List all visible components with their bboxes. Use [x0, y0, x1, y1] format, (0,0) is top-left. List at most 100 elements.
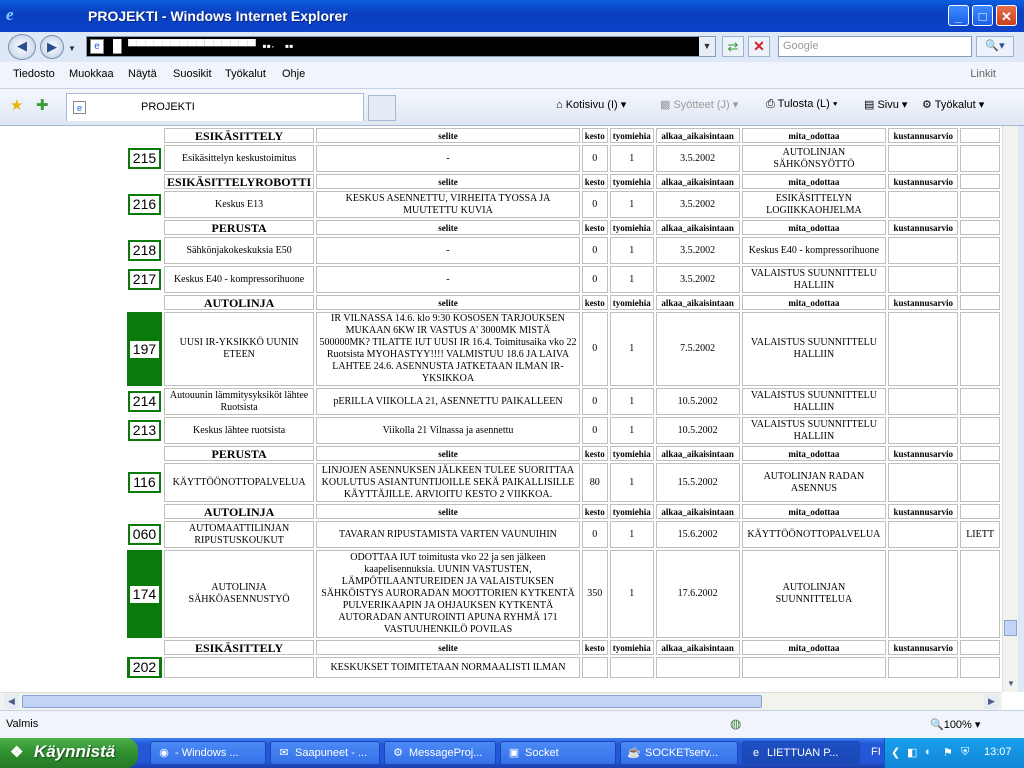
- task-id-cell[interactable]: 202: [127, 657, 162, 678]
- task-id-cell[interactable]: 174: [127, 550, 162, 638]
- task-tyomiehia: 1: [609, 237, 654, 264]
- taskbar-item-messageproj[interactable]: ⚙ MessageProj...: [384, 741, 496, 765]
- task-id[interactable]: 116: [128, 472, 161, 493]
- menu-bar: Tiedosto Muokkaa Näytä Suosikit Työkalut…: [0, 62, 1024, 89]
- close-button[interactable]: ✕: [996, 5, 1017, 26]
- address-dropdown-icon[interactable]: ▼: [699, 37, 715, 56]
- task-tyomiehia: 1: [609, 388, 654, 415]
- update-icon[interactable]: ◐: [925, 746, 932, 758]
- window-icon: ▣: [508, 747, 520, 759]
- favorites-star-icon[interactable]: ★: [10, 96, 23, 114]
- task-id-cell[interactable]: 216: [127, 191, 162, 218]
- task-id[interactable]: 213: [127, 420, 162, 441]
- taskbar-item-windows[interactable]: ◉ - Windows ...: [150, 741, 266, 765]
- forward-button[interactable]: ▶: [40, 35, 64, 59]
- section-name: PERUSTA: [163, 446, 315, 461]
- window-title: PROJEKTI - Windows Internet Explorer: [88, 8, 348, 24]
- taskbar-item-liettuan[interactable]: e LIETTUAN P...: [742, 741, 860, 765]
- maximize-button[interactable]: □: [972, 5, 993, 26]
- task-id[interactable]: 060: [127, 524, 162, 545]
- vertical-scroll-thumb[interactable]: [1004, 620, 1017, 636]
- task-id-cell[interactable]: 213: [127, 417, 162, 444]
- back-button[interactable]: ◀: [8, 34, 36, 60]
- network-icon[interactable]: ◧: [907, 746, 917, 759]
- window-frame: [1018, 126, 1024, 692]
- task-id[interactable]: 216: [127, 194, 162, 215]
- search-input[interactable]: Google: [778, 36, 972, 57]
- taskbar-item-saapuneet[interactable]: ✉ Saapuneet - ...: [270, 741, 380, 765]
- task-extra: [960, 237, 1000, 264]
- print-button[interactable]: ⎙ Tulosta (L) ▾: [766, 98, 838, 111]
- menu-tiedosto[interactable]: Tiedosto: [13, 68, 55, 80]
- taskbar-item-socketserv[interactable]: ☕ SOCKETserv...: [620, 741, 738, 765]
- address-bar[interactable]: e █ ▀▀▀▀▀▀▀▀▀▀▀▀▀▀▀ ▪▪· ▪▪ ▼: [86, 36, 716, 57]
- shield-icon[interactable]: ⛨: [961, 746, 969, 759]
- page-icon: e: [90, 39, 104, 54]
- header-mita-odottaa: mita_odottaa: [741, 640, 887, 655]
- stop-button[interactable]: ✕: [748, 36, 770, 57]
- start-button[interactable]: ❖ Käynnistä: [0, 738, 138, 768]
- task-tyomiehia: 1: [609, 145, 654, 172]
- task-id[interactable]: 215: [127, 148, 162, 169]
- menu-tyokalut[interactable]: Työkalut: [225, 68, 266, 80]
- menu-nayta[interactable]: Näytä: [128, 68, 157, 80]
- new-tab-button[interactable]: [368, 95, 396, 121]
- windows-flag-icon: ❖: [10, 744, 24, 761]
- task-name: Keskus E40 - kompressorihuone: [163, 266, 315, 293]
- task-id-cell[interactable]: 214: [127, 388, 162, 415]
- task-id-cell[interactable]: 217: [127, 266, 162, 293]
- horizontal-scroll-thumb[interactable]: [22, 695, 762, 708]
- tab-projekti[interactable]: e PROJEKTI: [66, 93, 364, 121]
- tools-menu-button[interactable]: ⚙ Työkalut ▾: [922, 98, 984, 111]
- task-kustannusarvio: [888, 191, 959, 218]
- flag-icon[interactable]: ⚑: [943, 746, 953, 759]
- task-id-cell[interactable]: 218: [127, 237, 162, 264]
- home-label: Kotisivu (I): [565, 99, 618, 111]
- task-alkaa: 10.5.2002: [655, 417, 740, 444]
- task-row: 217 Keskus E40 - kompressorihuone -0 1 3.5.2…: [127, 266, 1000, 293]
- task-id-cell[interactable]: 060: [127, 521, 162, 548]
- task-id-cell[interactable]: 215: [127, 145, 162, 172]
- home-button[interactable]: ⌂ Kotisivu (I) ▾: [556, 98, 626, 111]
- tray-arrow-icon[interactable]: ❮: [891, 746, 900, 759]
- task-extra: [960, 417, 1000, 444]
- header-extra: [960, 295, 1000, 310]
- task-id[interactable]: 217: [127, 269, 162, 290]
- menu-ohje[interactable]: Ohje: [282, 68, 305, 80]
- mail-icon: ✉: [279, 747, 289, 759]
- task-mita-odottaa: AUTOLINJAN RADAN ASENNUS: [741, 463, 887, 502]
- address-url[interactable]: █ ▀▀▀▀▀▀▀▀▀▀▀▀▀▀▀ ▪▪· ▪▪: [113, 39, 293, 53]
- task-kesto: 0: [581, 266, 608, 293]
- minimize-button[interactable]: _: [948, 5, 969, 26]
- menu-muokkaa[interactable]: Muokkaa: [69, 68, 114, 80]
- refresh-button[interactable]: ⇄: [722, 36, 744, 57]
- menu-suosikit[interactable]: Suosikit: [173, 68, 212, 80]
- task-id[interactable]: 197: [127, 338, 162, 360]
- task-name: Keskus lähtee ruotsista: [163, 417, 315, 444]
- task-id[interactable]: 218: [127, 240, 162, 261]
- task-extra: LIETT: [960, 521, 1000, 548]
- links-toolbar[interactable]: Linkit: [970, 68, 996, 80]
- task-extra: [960, 657, 1000, 678]
- taskbar-item-label: Saapuneet - ...: [295, 747, 368, 759]
- vertical-scrollbar[interactable]: ▼: [1002, 126, 1019, 692]
- scroll-right-arrow-icon[interactable]: ▶: [984, 694, 999, 709]
- recent-pages-dropdown-icon[interactable]: ▼: [68, 44, 76, 53]
- task-kesto: 0: [581, 388, 608, 415]
- task-id[interactable]: 214: [127, 391, 162, 412]
- zoom-level[interactable]: 🔍100% ▾: [930, 718, 980, 731]
- task-id[interactable]: 202: [127, 657, 162, 678]
- language-indicator[interactable]: FI: [871, 746, 881, 758]
- feeds-button[interactable]: ▩ Syötteet (J) ▾: [660, 98, 738, 111]
- task-id-cell[interactable]: 116: [127, 463, 162, 502]
- page-menu-button[interactable]: ▤ Sivu ▾: [864, 98, 907, 111]
- search-button[interactable]: 🔍▾: [976, 36, 1014, 57]
- task-id-cell[interactable]: 197: [127, 312, 162, 386]
- task-id[interactable]: 174: [127, 583, 162, 605]
- scroll-down-arrow-icon[interactable]: ▼: [1004, 676, 1018, 691]
- add-favorite-icon[interactable]: ✚: [36, 96, 49, 114]
- header-kesto: kesto: [581, 174, 608, 189]
- scroll-left-arrow-icon[interactable]: ◀: [4, 694, 19, 709]
- horizontal-scrollbar[interactable]: ◀ ▶: [0, 692, 1002, 710]
- taskbar-item-socket[interactable]: ▣ Socket: [500, 741, 616, 765]
